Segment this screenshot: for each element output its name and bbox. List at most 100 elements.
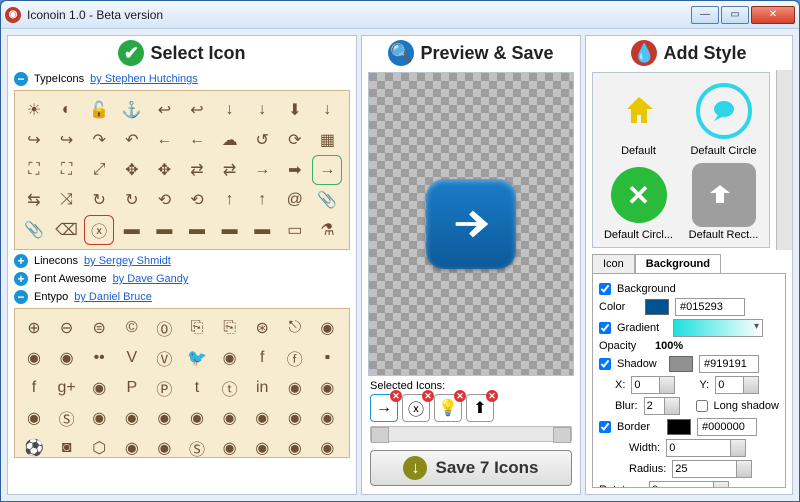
arrow-left-icon[interactable]: ←: [149, 125, 179, 155]
arrow-down-thick-icon[interactable]: ⬇: [280, 95, 310, 125]
gradient-checkbox[interactable]: [599, 322, 611, 334]
move-outline-icon[interactable]: ✥: [149, 155, 179, 185]
selected-icon-bulb[interactable]: 💡✕: [434, 394, 462, 422]
cloud-sync-icon[interactable]: ☁: [215, 125, 245, 155]
iconset-fontawesome[interactable]: + Font Awesome by Dave Gandy: [8, 270, 356, 288]
sina-icon[interactable]: ◉: [280, 433, 310, 458]
shadow-checkbox[interactable]: [599, 358, 611, 370]
collapse-icon[interactable]: −: [14, 72, 28, 86]
iconset-author-link[interactable]: by Dave Gandy: [113, 273, 189, 285]
remove-icon[interactable]: ✕: [390, 390, 402, 402]
tab-icon[interactable]: Icon: [592, 254, 635, 273]
brightness-icon[interactable]: ☀: [19, 95, 49, 125]
remove-icon[interactable]: ✕: [422, 390, 434, 402]
beaker-icon[interactable]: ⚗: [312, 215, 342, 245]
dribbble-circle-icon[interactable]: ◉: [19, 403, 49, 433]
evernote-icon[interactable]: ◉: [117, 433, 147, 458]
battery-charge-icon[interactable]: ▬: [247, 215, 277, 245]
attachment-outline-icon[interactable]: 📎: [19, 215, 49, 245]
shuffle-outline-icon[interactable]: ⤨: [52, 185, 82, 215]
iconset-entypo[interactable]: − Entypo by Daniel Bruce: [8, 288, 356, 306]
shadow-color-input[interactable]: [699, 355, 759, 373]
github-circle-icon[interactable]: ◉: [19, 343, 49, 373]
arrow-up-outline-icon[interactable]: ↑: [247, 185, 277, 215]
spotify-icon[interactable]: ◉: [247, 403, 277, 433]
copy-outline-icon[interactable]: ⎘: [215, 313, 245, 343]
contrast-icon[interactable]: ◐: [52, 95, 82, 125]
instagram-icon[interactable]: ◙: [52, 433, 82, 458]
iconset-author-link[interactable]: by Sergey Shmidt: [84, 255, 171, 267]
skype-icon[interactable]: Ⓢ: [182, 433, 212, 458]
facebook-circle-icon[interactable]: ⓕ: [280, 343, 310, 373]
width-spinner[interactable]: 0: [666, 439, 746, 457]
battery-low-icon[interactable]: ▬: [215, 215, 245, 245]
anchor-icon[interactable]: ⚓: [117, 95, 147, 125]
repeat-icon[interactable]: ⇄: [182, 155, 212, 185]
radius-spinner[interactable]: 25: [672, 460, 752, 478]
style-default-circle-fill[interactable]: ✕ Default Circl...: [599, 163, 678, 241]
stumbleupon-icon[interactable]: Ⓢ: [52, 403, 82, 433]
stumbleupon-circle-icon[interactable]: ◉: [84, 403, 114, 433]
gradient-picker[interactable]: [673, 319, 763, 337]
color-input[interactable]: [675, 298, 745, 316]
plus-circle-icon[interactable]: ⊕: [19, 313, 49, 343]
minimize-icon[interactable]: ⤢: [84, 155, 114, 185]
skype-circle-icon[interactable]: ◉: [215, 433, 245, 458]
selected-icon-arrow[interactable]: →✕: [370, 394, 398, 422]
blur-spinner[interactable]: 2: [644, 397, 680, 415]
style-default-rect[interactable]: Default Rect...: [684, 163, 763, 241]
renren-icon[interactable]: ◉: [247, 433, 277, 458]
loop-icon[interactable]: ↺: [247, 125, 277, 155]
flattr-icon[interactable]: ◉: [149, 433, 179, 458]
styles-scrollbar[interactable]: [776, 70, 792, 250]
arrow-back-icon[interactable]: ↩: [149, 95, 179, 125]
expand-icon[interactable]: +: [14, 254, 28, 268]
facebook-square-icon[interactable]: ▪: [312, 343, 342, 373]
linkedin-circle-icon[interactable]: ◉: [280, 373, 310, 403]
arrow-up-icon[interactable]: ↑: [215, 185, 245, 215]
vimeo-circle-icon[interactable]: Ⓥ: [149, 343, 179, 373]
rdio-circle-icon[interactable]: ◉: [215, 403, 245, 433]
rdio-icon[interactable]: ◉: [182, 403, 212, 433]
remove-icon[interactable]: ✕: [454, 390, 466, 402]
cc-zero-icon[interactable]: ⓪: [149, 313, 179, 343]
remove-icon[interactable]: ✕: [486, 390, 498, 402]
dribbble-icon[interactable]: ◉: [312, 373, 342, 403]
dropbox-icon[interactable]: ⬡: [84, 433, 114, 458]
style-default[interactable]: Default: [599, 79, 678, 157]
battery-high-icon[interactable]: ▬: [149, 215, 179, 245]
equals-circle-icon[interactable]: ⊜: [84, 313, 114, 343]
flickr-circle-icon[interactable]: ••: [84, 343, 114, 373]
share-icon[interactable]: ⎋: [280, 313, 310, 343]
github-icon[interactable]: ◉: [312, 313, 342, 343]
lastfm-icon[interactable]: ◉: [117, 403, 147, 433]
lastfm-circle-icon[interactable]: ◉: [149, 403, 179, 433]
minus-circle-icon[interactable]: ⊖: [52, 313, 82, 343]
arrow-down-small-icon[interactable]: ↓: [312, 95, 342, 125]
tumblr-icon[interactable]: t: [182, 373, 212, 403]
arrow-right-outline-icon[interactable]: →: [247, 155, 277, 185]
expand-icon[interactable]: +: [14, 272, 28, 286]
arrow-right-thick-icon[interactable]: ➡: [280, 155, 310, 185]
flickr-icon[interactable]: ◉: [52, 343, 82, 373]
y-spinner[interactable]: 0: [715, 376, 759, 394]
soccer-icon[interactable]: ⚽: [19, 433, 49, 458]
at-icon[interactable]: @: [280, 185, 310, 215]
shadow-swatch[interactable]: [669, 356, 693, 372]
arrow-down-icon[interactable]: ↓: [215, 95, 245, 125]
loop-outline-icon[interactable]: ⟳: [280, 125, 310, 155]
remix-icon[interactable]: ⊛: [247, 313, 277, 343]
arrow-right-icon[interactable]: →: [312, 155, 342, 185]
border-color-input[interactable]: [697, 418, 757, 436]
rotate-spinner[interactable]: 0: [649, 481, 729, 488]
shuffle-icon[interactable]: ⇆: [19, 185, 49, 215]
spotify-circle-icon[interactable]: ◉: [280, 403, 310, 433]
sync-outline-icon[interactable]: ⟲: [182, 185, 212, 215]
minimize-button[interactable]: —: [691, 6, 719, 24]
sync-icon[interactable]: ⟲: [149, 185, 179, 215]
twitter-icon[interactable]: 🐦: [182, 343, 212, 373]
selected-icon-delete[interactable]: ⓧ✕: [402, 394, 430, 422]
battery-full-icon[interactable]: ▬: [117, 215, 147, 245]
close-button[interactable]: ✕: [751, 6, 795, 24]
vimeo-icon[interactable]: V: [117, 343, 147, 373]
